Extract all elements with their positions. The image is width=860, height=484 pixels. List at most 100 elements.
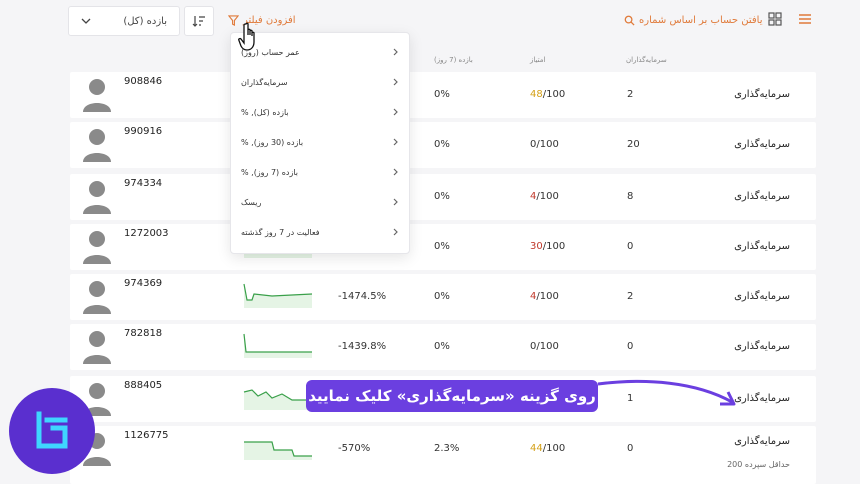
rating-suffix: /100 xyxy=(536,341,559,352)
total-gain: -1474.5% xyxy=(338,291,387,302)
rating-suffix: /100 xyxy=(536,291,559,302)
instruction-callout: روی گزینه «سرمایه‌گذاری» کلیک نمایید xyxy=(306,380,598,412)
gain-7-days: 0% xyxy=(434,89,450,100)
filter-menu-item[interactable]: سرمایه‌گذاران xyxy=(231,67,411,97)
chevron-left-icon xyxy=(393,228,398,236)
col-header-rating: امتیاز xyxy=(530,56,546,64)
rating-score: 44 xyxy=(530,443,543,454)
grid-view-icon[interactable] xyxy=(768,12,782,26)
investors-count: 2 xyxy=(627,291,634,302)
chevron-left-icon xyxy=(393,48,398,56)
col-header-gain7: بازده (7 روز) xyxy=(434,56,473,64)
gain-7-days: 0% xyxy=(434,191,450,202)
account-number[interactable]: 1126775 xyxy=(124,430,169,441)
invest-button[interactable]: سرمایه‌گذاری xyxy=(734,291,790,302)
invest-button[interactable]: سرمایه‌گذاری xyxy=(734,341,790,352)
filter-menu-item-label: سرمایه‌گذاران xyxy=(241,78,288,87)
account-number[interactable]: 888405 xyxy=(124,380,162,391)
equity-sparkline xyxy=(243,389,312,410)
investors-count: 8 xyxy=(627,191,634,202)
rating: 4/100 xyxy=(530,291,559,302)
sort-select-value: بازده (کل) xyxy=(123,15,167,27)
user-avatar-icon xyxy=(83,281,111,314)
total-gain: -570% xyxy=(338,443,371,454)
invest-button[interactable]: سرمایه‌گذاری xyxy=(734,191,790,202)
rating: 44/100 xyxy=(530,443,565,454)
investors-count: 0 xyxy=(627,241,634,252)
user-avatar-icon xyxy=(83,129,111,162)
gain-7-days: 0% xyxy=(434,291,450,302)
investors-count: 0 xyxy=(627,443,634,454)
chevron-left-icon xyxy=(393,78,398,86)
rating-suffix: /100 xyxy=(542,443,566,454)
invest-button[interactable]: سرمایه‌گذاری xyxy=(734,89,790,100)
account-number[interactable]: 1272003 xyxy=(124,228,169,239)
rating-suffix: /100 xyxy=(536,191,559,202)
table-row[interactable]: 974334 0% 4/100 8 سرمایه‌گذاری xyxy=(70,174,816,220)
account-number[interactable]: 908846 xyxy=(124,76,162,87)
invest-button[interactable]: سرمایه‌گذاری xyxy=(734,436,790,447)
table-row[interactable]: 782818 -1439.8% 0% 0/100 0 سرمایه‌گذاری xyxy=(70,324,816,370)
account-number[interactable]: 974334 xyxy=(124,178,162,189)
chevron-left-icon xyxy=(393,198,398,206)
sort-order-button[interactable] xyxy=(184,6,214,36)
table-row[interactable]: 908846 0% 48/100 2 سرمایه‌گذاری xyxy=(70,72,816,118)
brand-logo-icon xyxy=(36,411,68,449)
rating: 48/100 xyxy=(530,89,565,100)
table-header: بازده (7 روز) امتیاز سرمایه‌گذاران xyxy=(0,56,860,70)
gain-7-days: 0% xyxy=(434,241,450,252)
invest-button[interactable]: سرمایه‌گذاری xyxy=(734,139,790,150)
chevron-left-icon xyxy=(393,168,398,176)
account-number[interactable]: 974369 xyxy=(124,278,162,289)
investors-count: 0 xyxy=(627,341,634,352)
chevron-down-icon xyxy=(81,18,91,24)
user-avatar-icon xyxy=(83,181,111,214)
gain-7-days: 0% xyxy=(434,341,450,352)
toolbar: بازده (کل) افزودن فیلتر یافتن حساب بر اس… xyxy=(0,0,860,46)
filter-menu-item[interactable]: ریسک xyxy=(231,187,411,217)
rating: 0/100 xyxy=(530,341,559,352)
rating-suffix: /100 xyxy=(542,89,566,100)
account-search-button[interactable]: یافتن حساب بر اساس شماره xyxy=(624,10,763,30)
curved-arrow-icon xyxy=(597,379,736,406)
filter-menu-item[interactable]: فعالیت در 7 روز گذشته xyxy=(231,217,411,247)
sort-icon xyxy=(192,16,205,27)
rating: 0/100 xyxy=(530,139,559,150)
sort-select[interactable]: بازده (کل) xyxy=(68,6,180,36)
user-avatar-icon xyxy=(83,231,111,264)
filter-menu-item-label: فعالیت در 7 روز گذشته xyxy=(241,228,320,237)
filter-menu-item[interactable]: % ,بازده (30 روز) xyxy=(231,127,411,157)
investors-count: 2 xyxy=(627,89,634,100)
user-avatar-icon xyxy=(83,331,111,364)
table-row[interactable]: 1126775 -570% 2.3% 44/100 0 سرمایه‌گذاری حداق… xyxy=(70,426,816,484)
account-number[interactable]: 990916 xyxy=(124,126,162,137)
gain-7-days: 2.3% xyxy=(434,443,460,454)
user-avatar-icon xyxy=(83,79,111,112)
filter-menu: عمر حساب (روز) سرمایه‌گذاران % ,بازده (ک… xyxy=(230,32,410,254)
table-row[interactable]: 974369 -1474.5% 0% 4/100 2 سرمایه‌گذاری xyxy=(70,274,816,320)
account-number[interactable]: 782818 xyxy=(124,328,162,339)
filter-menu-item-label: % ,بازده (کل) xyxy=(241,108,289,117)
filter-menu-item-label: % ,بازده (7 روز) xyxy=(241,168,298,177)
filter-menu-item-label: ریسک xyxy=(241,198,262,207)
equity-sparkline xyxy=(244,441,312,460)
investors-count: 20 xyxy=(627,139,640,150)
invest-button[interactable]: سرمایه‌گذاری xyxy=(734,241,790,252)
filter-menu-item[interactable]: % ,بازده (کل) xyxy=(231,97,411,127)
rating: 30/100 xyxy=(530,241,565,252)
rating-suffix: /100 xyxy=(542,241,566,252)
table-row[interactable]: 990916 0% 0/100 20 سرمایه‌گذاری xyxy=(70,122,816,168)
search-icon xyxy=(624,15,635,26)
rating-suffix: /100 xyxy=(536,139,559,150)
rating-score: 30 xyxy=(530,241,543,252)
rating-score: 48 xyxy=(530,89,543,100)
list-view-icon[interactable] xyxy=(798,12,812,26)
callout-text: روی گزینه «سرمایه‌گذاری» کلیک نمایید xyxy=(308,387,596,405)
rating: 4/100 xyxy=(530,191,559,202)
filter-menu-item[interactable]: % ,بازده (7 روز) xyxy=(231,157,411,187)
invest-button[interactable]: سرمایه‌گذاری xyxy=(734,393,790,404)
table-row[interactable]: 1272003 0% 30/100 0 سرمایه‌گذاری xyxy=(70,224,816,270)
total-gain: -1439.8% xyxy=(338,341,387,352)
col-header-investors: سرمایه‌گذاران xyxy=(626,56,667,64)
hand-cursor-icon xyxy=(238,22,255,51)
